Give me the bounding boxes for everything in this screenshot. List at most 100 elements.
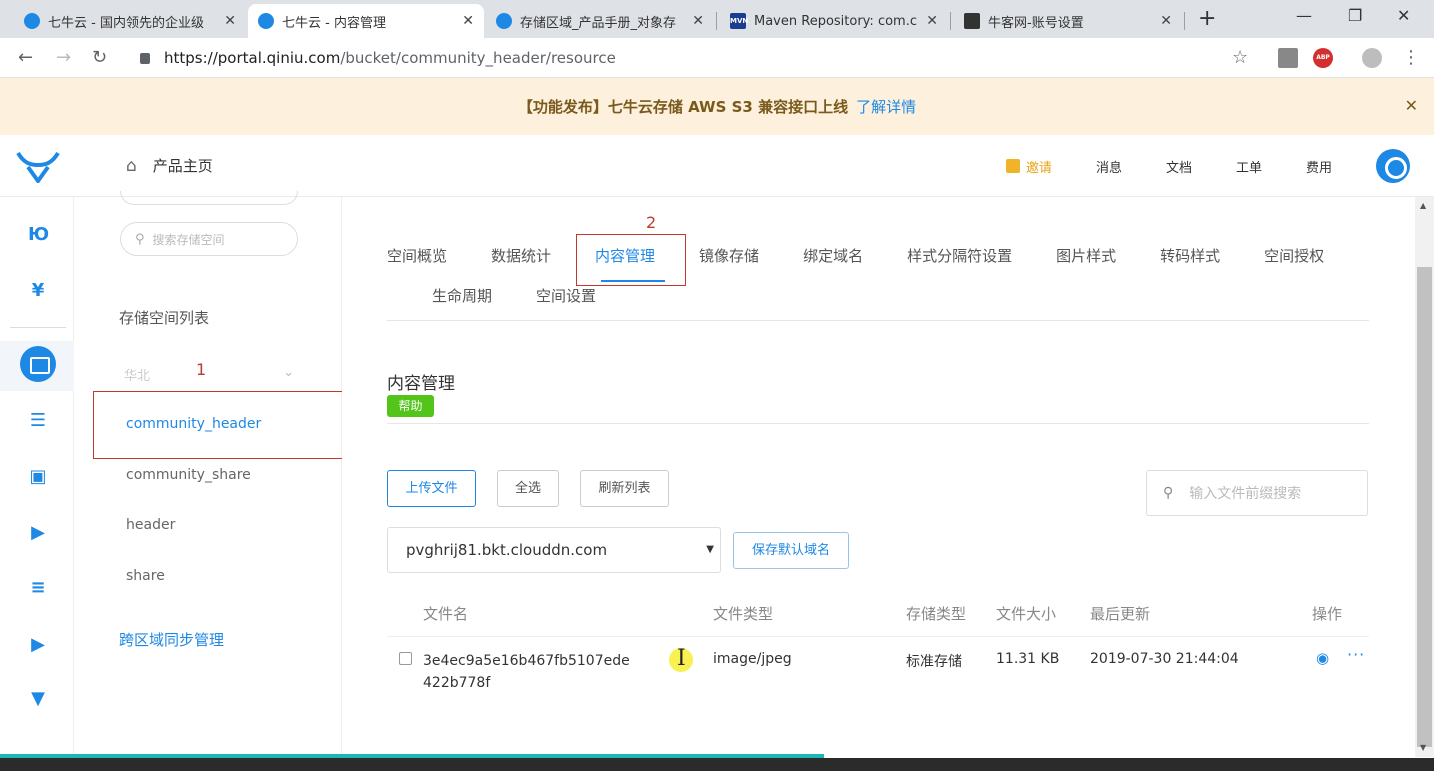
messages-link[interactable]: 消息 (1096, 157, 1122, 176)
upload-file-button[interactable]: 上传文件 (387, 470, 476, 507)
column-header-filename: 文件名 (423, 605, 469, 623)
scroll-up-arrow-icon[interactable]: ▲ (1420, 201, 1426, 210)
billing-link[interactable]: 费用 (1306, 157, 1332, 176)
close-tab-icon[interactable]: ✕ (1160, 13, 1172, 29)
file-prefix-search-input[interactable]: ⚲ 输入文件前缀搜索 (1146, 470, 1368, 516)
column-header-actions: 操作 (1312, 605, 1343, 623)
lock-icon (140, 52, 150, 64)
media-play-icon[interactable]: ▶ (28, 635, 48, 655)
refresh-list-button[interactable]: 刷新列表 (580, 470, 669, 507)
banner-learn-more-link[interactable]: 了解详情 (856, 96, 916, 117)
tabs-divider (387, 320, 1369, 321)
domain-select[interactable]: pvghrij81.bkt.clouddn.com ▼ (387, 527, 721, 573)
adblock-extension-icon[interactable]: ABP (1313, 48, 1333, 68)
browser-tab-storage-regions[interactable]: 存储区域_产品手册_对象存 ✕ (486, 4, 714, 38)
region-selector[interactable]: 华北 ⌄ (124, 365, 294, 384)
help-badge[interactable]: 帮助 (387, 395, 434, 417)
bucket-item-share[interactable]: share (126, 568, 165, 584)
tab-mirror-storage[interactable]: 镜像存储 (699, 245, 759, 266)
yuan-billing-icon[interactable]: ¥ (28, 281, 48, 301)
maximize-icon[interactable]: ❐ (1348, 6, 1362, 25)
sliders-icon[interactable]: ≡ (28, 578, 48, 598)
close-window-icon[interactable]: ✕ (1397, 6, 1410, 25)
product-icon-rail: Ю ¥ ☰ ▣ ▶ ≡ ▶ ▼ (0, 197, 74, 757)
url-host: https://portal.qiniu.com (164, 49, 341, 67)
close-tab-icon[interactable]: ✕ (926, 13, 938, 29)
qiniu-logo-icon[interactable] (16, 149, 60, 183)
browser-tab-content-mgmt[interactable]: 七牛云 - 内容管理 ✕ (248, 4, 484, 38)
reload-icon[interactable]: ↻ (92, 47, 107, 68)
close-tab-icon[interactable]: ✕ (462, 13, 474, 29)
back-icon[interactable]: ← (18, 47, 33, 68)
maven-favicon-icon: MVN (730, 13, 748, 29)
page-scrollbar[interactable]: ▲ ▼ (1415, 197, 1434, 757)
tab-bind-domain[interactable]: 绑定域名 (803, 245, 863, 266)
tab-lifecycle[interactable]: 生命周期 (432, 285, 492, 306)
minimize-icon[interactable]: — (1296, 6, 1312, 25)
close-tab-icon[interactable]: ✕ (224, 13, 236, 29)
close-tab-icon[interactable]: ✕ (692, 13, 704, 29)
tab-space-overview[interactable]: 空间概览 (387, 245, 447, 266)
new-tab-icon[interactable]: + (1198, 6, 1216, 31)
docs-link[interactable]: 文档 (1166, 157, 1192, 176)
tab-space-settings[interactable]: 空间设置 (536, 285, 596, 306)
row-checkbox[interactable] (399, 652, 412, 665)
product-home-link[interactable]: ⌂ 产品主页 (126, 155, 213, 176)
cross-region-sync-link[interactable]: 跨区域同步管理 (119, 629, 224, 650)
qiniu-favicon-icon (258, 13, 274, 29)
user-avatar[interactable] (1376, 149, 1410, 183)
tab-space-authorization[interactable]: 空间授权 (1264, 245, 1324, 266)
invite-link[interactable]: 邀请 (1005, 157, 1052, 176)
url-field[interactable]: https://portal.qiniu.com/bucket/communit… (128, 43, 1262, 73)
bucket-sidebar: ⚲ 搜索存储空间 存储空间列表 华北 ⌄ community_header co… (74, 191, 342, 757)
product-home-label: 产品主页 (152, 157, 213, 175)
file-name[interactable]: 3e4ec9a5e16b467fb5107ede422b778f (423, 650, 633, 694)
browser-address-bar: ← → ↻ https://portal.qiniu.com/bucket/co… (0, 38, 1434, 78)
browser-tab-qiniu-home[interactable]: 七牛云 - 国内领先的企业级 ✕ (14, 4, 246, 38)
file-size: 11.31 KB (996, 651, 1060, 667)
tab-title: Maven Repository: com.c (754, 13, 917, 29)
tab-title: 七牛云 - 国内领先的企业级 (48, 15, 204, 31)
object-storage-icon[interactable] (20, 346, 56, 382)
bucket-tabs-row-2: 生命周期 空间设置 (432, 285, 640, 306)
bookmark-star-icon[interactable]: ☆ (1232, 47, 1248, 68)
close-icon[interactable]: ✕ (1405, 96, 1418, 115)
forward-icon[interactable]: → (56, 47, 71, 68)
scroll-down-arrow-icon[interactable]: ▼ (1420, 743, 1426, 752)
video-icon[interactable]: ▶ (28, 523, 48, 543)
tab-image-style[interactable]: 图片样式 (1056, 245, 1116, 266)
bucket-tabs-row-1: 空间概览 数据统计 内容管理 镜像存储 绑定域名 样式分隔符设置 图片样式 转码… (387, 245, 1368, 266)
file-table-header: 文件名 文件类型 存储类型 文件大小 最后更新 操作 (387, 593, 1369, 637)
menu-kebab-icon[interactable]: ⋮ (1402, 47, 1420, 68)
profile-icon[interactable] (1362, 48, 1382, 68)
bucket-search-input[interactable]: ⚲ 搜索存储空间 (120, 222, 298, 256)
bucket-item-community-share[interactable]: community_share (126, 467, 251, 483)
server-icon[interactable]: ☰ (28, 411, 48, 431)
bucket-item-header[interactable]: header (126, 517, 175, 533)
page-title: 内容管理 (387, 374, 455, 394)
top-navigation: ⌂ 产品主页 邀请 消息 文档 工单 费用 (0, 135, 1434, 197)
text-cursor-icon: I (677, 646, 686, 671)
live-tv-icon[interactable]: ▣ (28, 467, 48, 487)
domain-select-value: pvghrij81.bkt.clouddn.com (406, 541, 608, 559)
more-actions-icon[interactable]: ··· (1347, 645, 1365, 664)
select-all-button[interactable]: 全选 (497, 470, 559, 507)
tab-transcode-style[interactable]: 转码样式 (1160, 245, 1220, 266)
bucket-search-placeholder: 搜索存储空间 (152, 232, 225, 247)
browser-tab-maven[interactable]: MVN Maven Repository: com.c ✕ (720, 4, 948, 38)
column-header-filetype: 文件类型 (713, 605, 774, 623)
overview-icon[interactable]: Ю (28, 225, 49, 245)
dropdown-caret-icon: ▼ (706, 544, 714, 555)
url-path: /bucket/community_header/resource (340, 49, 616, 67)
tab-data-stats[interactable]: 数据统计 (491, 245, 551, 266)
scroll-thumb[interactable] (1417, 267, 1432, 747)
section-divider (387, 423, 1369, 424)
browser-tab-nowcoder[interactable]: 牛客网-账号设置 ✕ (954, 4, 1182, 38)
cdn-funnel-icon[interactable]: ▼ (28, 689, 48, 709)
tab-style-separator[interactable]: 样式分隔符设置 (907, 245, 1012, 266)
annotation-box-2 (576, 234, 686, 286)
preview-eye-icon[interactable]: ◉ (1316, 649, 1329, 667)
save-default-domain-button[interactable]: 保存默认域名 (733, 532, 849, 569)
tickets-link[interactable]: 工单 (1236, 157, 1262, 176)
pocket-extension-icon[interactable] (1278, 48, 1298, 68)
